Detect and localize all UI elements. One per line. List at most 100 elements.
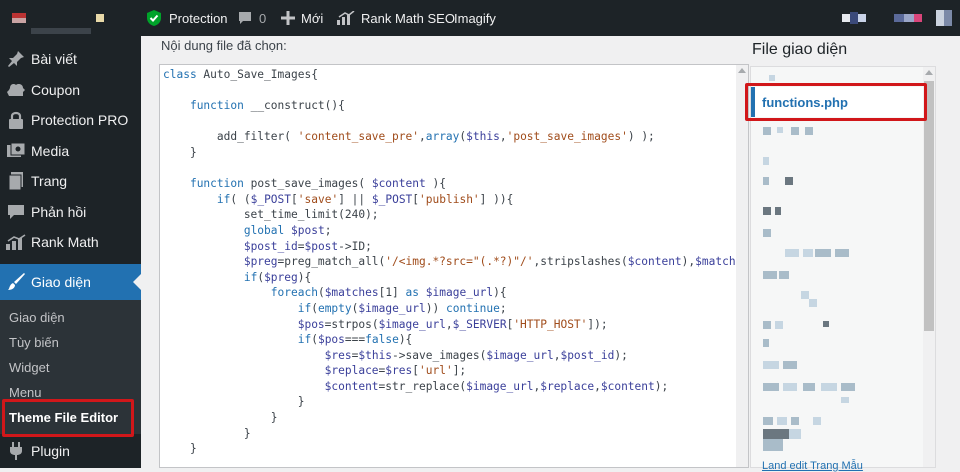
file-entry-blurred[interactable]	[763, 361, 779, 369]
file-entry-blurred[interactable]	[813, 417, 821, 425]
code-line[interactable]: if(empty($image_url)) continue;	[163, 302, 507, 315]
code-line[interactable]: set_time_limit(240);	[163, 208, 379, 221]
pin-icon	[6, 49, 26, 69]
file-entry-blurred[interactable]	[801, 291, 809, 299]
file-entry-blurred[interactable]	[775, 321, 783, 329]
code-line[interactable]: foreach($matches[1] as $image_url){	[163, 286, 507, 299]
file-entry-blurred[interactable]	[841, 397, 849, 403]
code-line[interactable]: function __construct(){	[163, 99, 345, 112]
code-line[interactable]: }	[163, 427, 251, 440]
editor-scrollbar[interactable]	[736, 65, 748, 467]
code-line[interactable]: class Auto_Save_Images{	[163, 68, 318, 81]
files-footer-link[interactable]: Land edit Trang Mẫu	[762, 460, 863, 472]
rank-math-menu[interactable]: Rank Math SEO	[337, 0, 455, 36]
file-entry-blurred[interactable]	[815, 249, 831, 257]
file-entry-blurred[interactable]	[763, 321, 771, 329]
plug-icon	[6, 441, 26, 461]
file-entry-blurred[interactable]	[791, 127, 799, 135]
code-line[interactable]: if( ($_POST['save'] || $_POST['publish']…	[163, 193, 513, 206]
file-entry-blurred[interactable]	[763, 271, 777, 279]
menu-item-pages[interactable]: Trang	[0, 166, 141, 196]
submenu-customize[interactable]: Tùy biến	[9, 335, 59, 350]
submenu-widgets[interactable]: Widget	[9, 360, 49, 375]
file-entry-blurred[interactable]	[791, 417, 799, 425]
user-name-blurred[interactable]	[894, 0, 922, 36]
menu-item-rank-math[interactable]: Rank Math	[0, 227, 141, 257]
code-line[interactable]: $preg=preg_match_all('/<img.*?src="(.*?)…	[163, 255, 748, 268]
code-line[interactable]: }	[163, 411, 278, 424]
menu-label-plugins: Plugin	[31, 443, 70, 459]
file-entry-blurred[interactable]	[775, 207, 781, 215]
imagify-menu[interactable]: Imagify	[454, 0, 496, 36]
files-scrollbar[interactable]	[923, 67, 935, 467]
file-entry-blurred[interactable]	[763, 127, 771, 135]
menu-item-posts[interactable]: Bài viết	[0, 44, 141, 74]
comments-menu[interactable]: 0	[237, 0, 266, 36]
menu-item-media[interactable]: Media	[0, 136, 141, 166]
code-line[interactable]: if($preg){	[163, 271, 311, 284]
new-content-menu[interactable]: Mới	[281, 0, 323, 36]
file-entry-blurred[interactable]	[821, 383, 837, 391]
menu-label-comments: Phản hồi	[31, 204, 87, 220]
file-entry-blurred[interactable]	[763, 157, 769, 165]
code-line[interactable]: $replace=$res['url'];	[163, 364, 467, 377]
file-entry-blurred[interactable]	[779, 271, 789, 279]
user-menu-blurred[interactable]	[936, 0, 952, 36]
code-line[interactable]: $content=str_replace($image_url,$replace…	[163, 380, 669, 393]
file-entry-blurred[interactable]	[763, 229, 771, 237]
code-line[interactable]: }	[163, 146, 197, 159]
scroll-up-arrow-icon[interactable]	[925, 70, 933, 75]
code-line[interactable]: $pos=strpos($image_url,$_SERVER['HTTP_HO…	[163, 318, 608, 331]
user-avatar-blurred[interactable]	[842, 0, 866, 36]
submenu-themes[interactable]: Giao diện	[9, 310, 65, 325]
menu-label-media: Media	[31, 143, 70, 159]
file-entry-blurred[interactable]	[835, 249, 849, 257]
file-entry-blurred[interactable]	[789, 429, 801, 439]
scroll-up-arrow-icon[interactable]	[738, 68, 746, 73]
file-entry-blurred[interactable]	[763, 383, 779, 391]
file-entry-blurred[interactable]	[841, 383, 855, 391]
menu-label-pages: Trang	[31, 173, 68, 189]
theme-files-title: File giao diện	[752, 41, 848, 58]
file-entry-blurred[interactable]	[805, 127, 813, 135]
file-entry-blurred[interactable]	[769, 75, 775, 81]
file-entry-blurred[interactable]	[763, 207, 771, 215]
file-entry-blurred[interactable]	[763, 339, 769, 347]
file-entry-blurred[interactable]	[803, 249, 813, 257]
protection-menu[interactable]: Protection	[145, 0, 228, 36]
file-entry-blurred[interactable]	[823, 321, 829, 327]
file-entry-blurred[interactable]	[777, 417, 787, 425]
code-line[interactable]: if($pos===false){	[163, 333, 413, 346]
file-entry-blurred[interactable]	[809, 299, 817, 307]
menu-item-plugins[interactable]: Plugin	[0, 436, 141, 466]
menu-item-coupon[interactable]: Coupon	[0, 75, 141, 105]
file-entry-blurred[interactable]	[785, 177, 793, 185]
code-line[interactable]: $res=$this->save_images($image_url,$post…	[163, 349, 628, 362]
rank-math-label: Rank Math SEO	[361, 10, 455, 26]
file-entry-blurred[interactable]	[763, 439, 783, 451]
code-line[interactable]: }	[163, 395, 305, 408]
site-flag-icon[interactable]	[12, 0, 26, 36]
menu-label-coupon: Coupon	[31, 82, 81, 98]
code-line[interactable]: global $post;	[163, 224, 332, 237]
file-entry-blurred[interactable]	[777, 127, 783, 133]
file-entry-blurred[interactable]	[763, 429, 789, 439]
code-line[interactable]: function post_save_images( $content ){	[163, 177, 446, 190]
code-editor[interactable]: class Auto_Save_Images{ function __const…	[159, 64, 749, 468]
menu-item-comments[interactable]: Phản hồi	[0, 197, 141, 227]
code-line[interactable]: $post_id=$post->ID;	[163, 240, 372, 253]
submenu-menus[interactable]: Menu	[9, 385, 42, 400]
menu-item-appearance[interactable]: Giao diện	[0, 264, 141, 300]
file-entry-blurred[interactable]	[785, 249, 799, 257]
file-entry-blurred[interactable]	[783, 383, 797, 391]
file-entry-blurred[interactable]	[763, 417, 773, 425]
file-entry-blurred[interactable]	[803, 383, 815, 391]
menu-item-protection-pro[interactable]: Protection PRO	[0, 105, 141, 135]
code-line[interactable]: }	[163, 442, 197, 455]
site-thumbnail-icon[interactable]	[96, 0, 104, 36]
file-entry-blurred[interactable]	[763, 177, 769, 185]
code-content[interactable]: class Auto_Save_Images{ function __const…	[163, 67, 748, 457]
file-entry-blurred[interactable]	[783, 361, 797, 369]
code-line[interactable]: add_filter( 'content_save_pre',array($th…	[163, 130, 655, 143]
page-icon	[6, 171, 26, 191]
